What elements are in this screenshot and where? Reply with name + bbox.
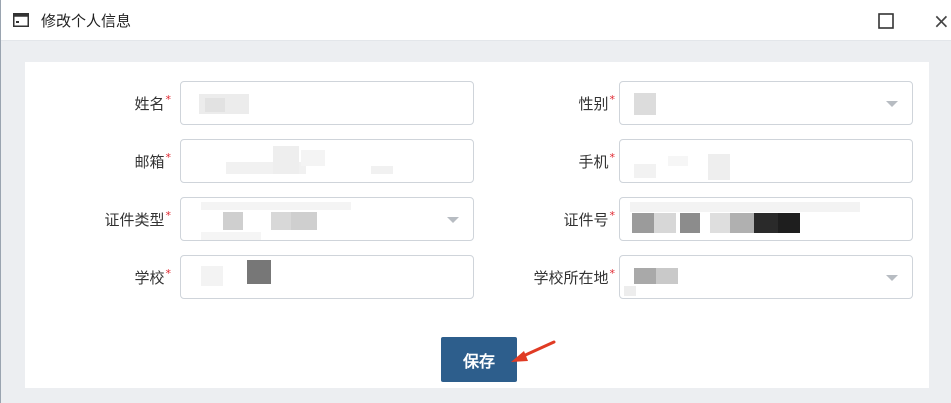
chevron-down-icon — [886, 101, 898, 107]
email-label: 邮箱* — [134, 151, 172, 171]
form-row-2: 邮箱* 手机* — [25, 139, 929, 185]
annotation-arrow-icon — [511, 340, 556, 362]
school-field[interactable] — [180, 255, 474, 299]
school-location-label: 学校所在地* — [533, 267, 616, 287]
required-mark: * — [165, 93, 172, 106]
gender-label: 性别* — [578, 93, 616, 113]
id-number-label: 证件号* — [563, 209, 616, 229]
required-mark: * — [609, 151, 616, 164]
id-type-label: 证件类型* — [104, 209, 172, 229]
dialog-window: 修改个人信息 × 姓名* 性别* 邮箱* 手机* 证件类型* 证件号* 学校* … — [0, 0, 951, 403]
required-mark: * — [165, 151, 172, 164]
required-mark: * — [609, 93, 616, 106]
id-type-select[interactable] — [180, 197, 474, 241]
required-mark: * — [165, 209, 172, 222]
form-row-3: 证件类型* 证件号* — [25, 197, 929, 243]
form-row-1: 姓名* 性别* — [25, 81, 929, 127]
title-bar[interactable]: 修改个人信息 × — [1, 0, 951, 41]
school-location-select[interactable] — [619, 255, 913, 299]
window-icon — [13, 13, 29, 27]
dialog-title: 修改个人信息 — [41, 12, 132, 30]
id-number-field[interactable] — [619, 197, 913, 241]
maximize-icon[interactable] — [878, 13, 894, 29]
form-row-4: 学校* 学校所在地* — [25, 255, 929, 301]
chevron-down-icon — [886, 275, 898, 281]
required-mark: * — [165, 267, 172, 280]
school-label: 学校* — [134, 267, 172, 287]
email-field[interactable] — [180, 139, 474, 183]
phone-field[interactable] — [619, 139, 913, 183]
name-label: 姓名* — [134, 93, 172, 113]
required-mark: * — [609, 267, 616, 280]
form-panel: 姓名* 性别* 邮箱* 手机* 证件类型* 证件号* 学校* 学校所在地* 保存 — [25, 62, 929, 388]
phone-label: 手机* — [578, 151, 616, 171]
required-mark: * — [609, 209, 616, 222]
chevron-down-icon — [447, 217, 459, 223]
close-icon[interactable]: × — [933, 9, 951, 33]
gender-select[interactable] — [619, 81, 913, 125]
name-field[interactable] — [180, 81, 474, 125]
